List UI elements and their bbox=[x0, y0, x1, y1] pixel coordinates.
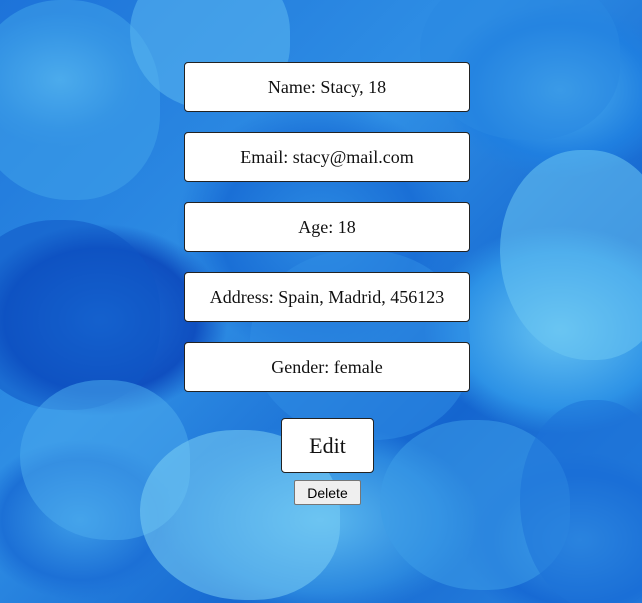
name-card: Name: Stacy, 18 bbox=[184, 62, 470, 112]
profile-card-list: Name: Stacy, 18 Email: stacy@mail.com Ag… bbox=[184, 62, 470, 412]
email-card: Email: stacy@mail.com bbox=[184, 132, 470, 182]
gender-card: Gender: female bbox=[184, 342, 470, 392]
age-card: Age: 18 bbox=[184, 202, 470, 252]
delete-button[interactable]: Delete bbox=[294, 480, 361, 505]
edit-button[interactable]: Edit bbox=[281, 418, 374, 473]
address-card: Address: Spain, Madrid, 456123 bbox=[184, 272, 470, 322]
